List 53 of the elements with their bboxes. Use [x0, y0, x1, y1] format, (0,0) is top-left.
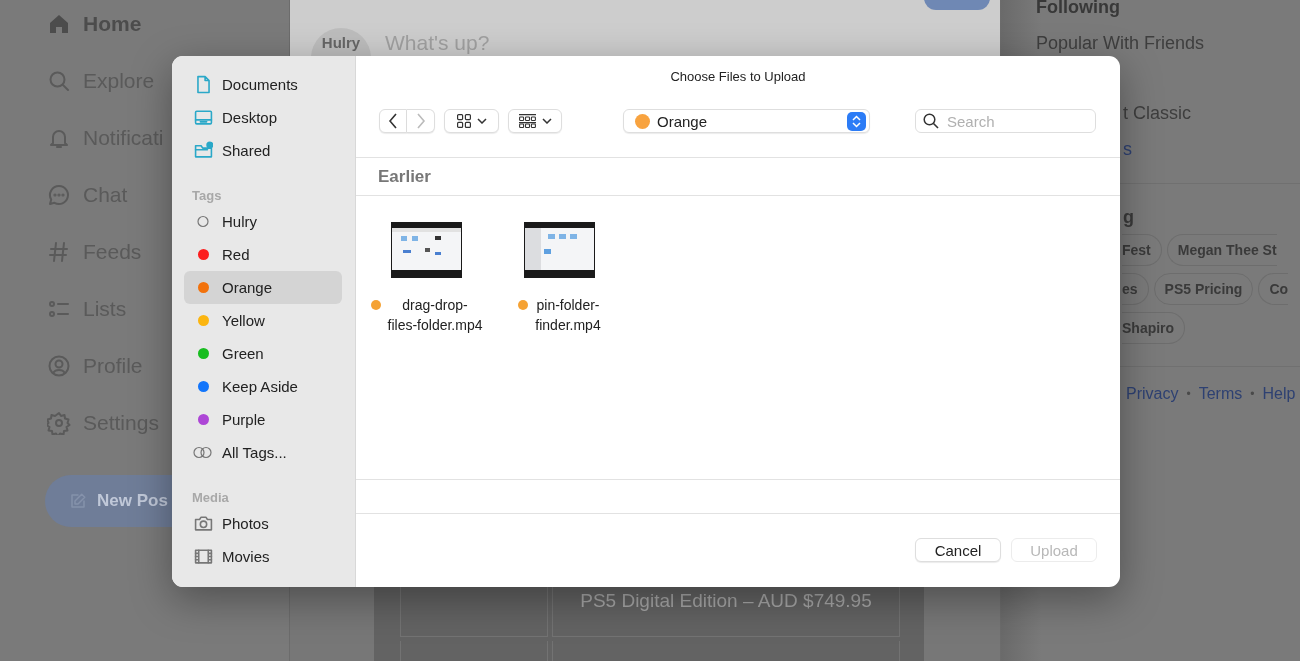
group-header: Earlier: [356, 158, 1120, 196]
search-icon: [923, 113, 939, 129]
dialog-title: Choose Files to Upload: [669, 67, 807, 86]
sidebar-item[interactable]: Desktop: [184, 101, 342, 134]
hash-icon: [47, 239, 71, 264]
settings-icon: [47, 410, 71, 435]
separator-dot: •: [1186, 387, 1191, 401]
product-caption: PS5 Digital Edition – AUD $749.95: [580, 590, 872, 613]
chevron-right-icon: [415, 113, 426, 129]
location-popup[interactable]: Orange: [623, 109, 870, 133]
profile-icon: [47, 353, 71, 378]
cancel-button[interactable]: Cancel: [915, 538, 1001, 562]
sidebar-item[interactable]: Keep Aside: [184, 370, 342, 403]
grid-icon: [456, 114, 471, 128]
footer-link[interactable]: Terms: [1198, 385, 1243, 403]
file-name[interactable]: pin-folder- finder.mp4: [535, 295, 601, 335]
sidebar-item[interactable]: Shared: [184, 134, 342, 167]
sidebar-item[interactable]: Purple: [184, 403, 342, 436]
view-button[interactable]: [444, 109, 499, 133]
stepper-icon: [847, 111, 866, 131]
search-field[interactable]: Search: [915, 109, 1096, 133]
feed-heading[interactable]: Following: [1036, 0, 1120, 18]
back-button[interactable]: [379, 109, 407, 133]
sidebar-item[interactable]: All Tags...: [184, 436, 342, 469]
avatar: Hulry: [311, 28, 371, 56]
chevron-down-icon: [476, 118, 487, 124]
chevron-left-icon: [388, 113, 398, 129]
film-icon: [193, 546, 213, 567]
separator-dot: •: [1250, 387, 1255, 401]
chevron-down-icon: [541, 118, 552, 124]
sidebar-item[interactable]: Orange: [184, 271, 342, 304]
feed-link[interactable]: Popular With Friends: [1036, 32, 1205, 54]
sidebar-item[interactable]: Green: [184, 337, 342, 370]
desktop-icon: [193, 107, 213, 128]
section-header: Tags: [192, 186, 223, 205]
sidebar-item[interactable]: Red: [184, 238, 342, 271]
grouping-icon: [518, 114, 536, 128]
sidebar-item[interactable]: Yellow: [184, 304, 342, 337]
footer-link[interactable]: Help: [1262, 385, 1296, 403]
section-header: Media: [192, 488, 230, 507]
sidebar-item[interactable]: Hulry: [184, 205, 342, 238]
sidebar-item[interactable]: Photos: [184, 507, 342, 540]
section-heading: g: [1122, 205, 1135, 229]
group-button[interactable]: [508, 109, 562, 133]
footer-link[interactable]: Privacy: [1126, 385, 1179, 403]
sidebar-item[interactable]: Documents: [184, 68, 342, 101]
sidebar-item[interactable]: Movies: [184, 540, 342, 573]
file-name[interactable]: drag-drop- files-folder.mp4: [387, 295, 483, 335]
chat-icon: [47, 182, 71, 207]
shared-folder-icon: [193, 140, 213, 161]
camera-icon: [193, 513, 213, 534]
feed-link[interactable]: s: [1123, 138, 1132, 160]
new-post-button[interactable]: New Pos: [45, 475, 172, 527]
